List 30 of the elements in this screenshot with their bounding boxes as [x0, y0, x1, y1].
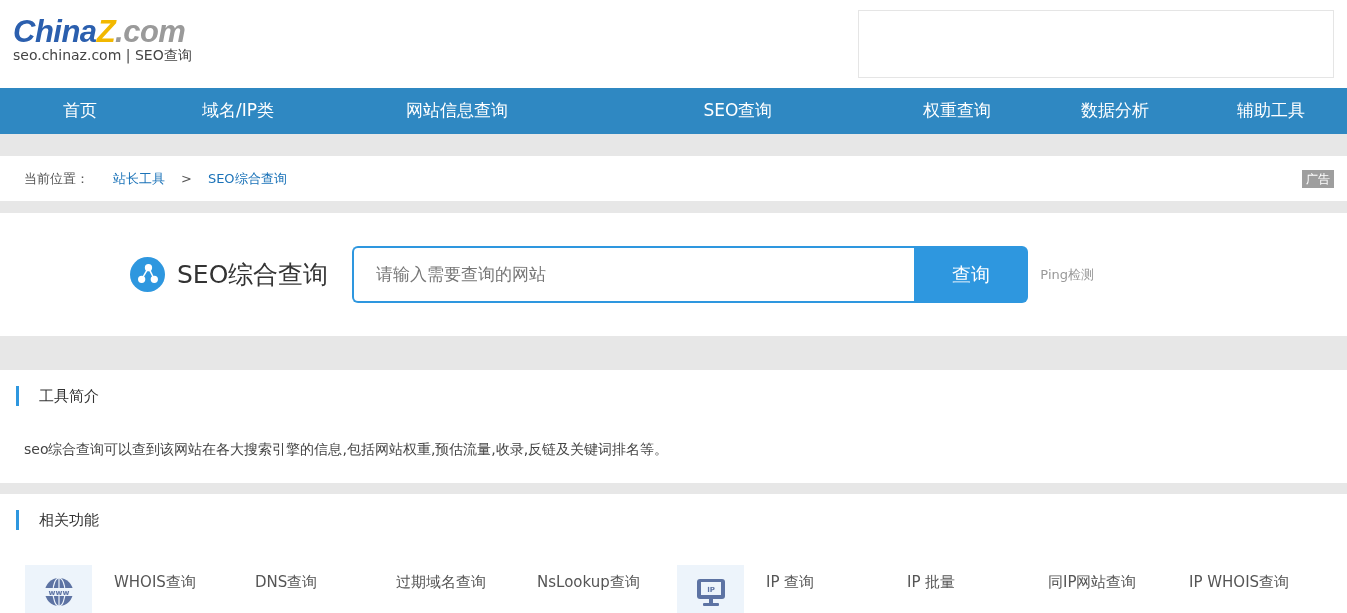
breadcrumb-separator: > — [181, 169, 192, 188]
nav-link[interactable]: 数据分析 — [1036, 88, 1194, 134]
tool-link[interactable]: IP 查询 — [744, 565, 885, 613]
tool-link[interactable]: DNS查询 — [233, 565, 374, 613]
tool-link[interactable]: 同IP网站查询 — [1026, 565, 1167, 613]
nav-link[interactable]: 辅助工具 — [1194, 88, 1347, 134]
nav-link[interactable]: SEO查询 — [598, 88, 878, 134]
nav-link[interactable]: 首页 — [0, 88, 160, 134]
nav-link[interactable]: 域名/IP类 — [160, 88, 316, 134]
nav-link[interactable]: 网站信息查询 — [316, 88, 598, 134]
ping-link[interactable]: Ping检测 — [1040, 264, 1094, 285]
ad-label: 广告 — [1302, 169, 1334, 188]
logo-subtitle: seo.chinaz.com | SEO查询 — [13, 47, 192, 64]
logo-wordmark: ChinaZ.com — [13, 16, 187, 47]
share-icon — [130, 257, 165, 292]
tool-link[interactable]: 过期域名查询 — [374, 565, 515, 613]
search-field[interactable]: 请输入需要查询的网站 — [352, 246, 915, 303]
breadcrumb-link[interactable]: SEO综合查询 — [207, 168, 287, 189]
page-title: SEO综合查询 — [177, 258, 329, 291]
tool-link[interactable]: NsLookup查询 — [515, 565, 656, 613]
nav-link[interactable]: 权重查询 — [878, 88, 1036, 134]
tool-link[interactable]: WHOIS查询 — [92, 565, 233, 613]
breadcrumb-label: 当前位置： — [24, 169, 89, 188]
search-button[interactable]: 查询 — [914, 246, 1029, 303]
section-heading: 相关功能 — [16, 510, 1347, 530]
tool-link[interactable]: IP 批量 — [885, 565, 1026, 613]
breadcrumb-link[interactable]: 站长工具 — [113, 168, 165, 189]
intro-text: seo综合查询可以查到该网站在各大搜索引擎的信息,包括网站权重,预估流量,收录,反链及关键词排名等。 — [24, 440, 670, 459]
section-heading: 工具简介 — [16, 386, 1347, 406]
tool-link[interactable]: IP WHOIS查询 — [1167, 565, 1308, 613]
